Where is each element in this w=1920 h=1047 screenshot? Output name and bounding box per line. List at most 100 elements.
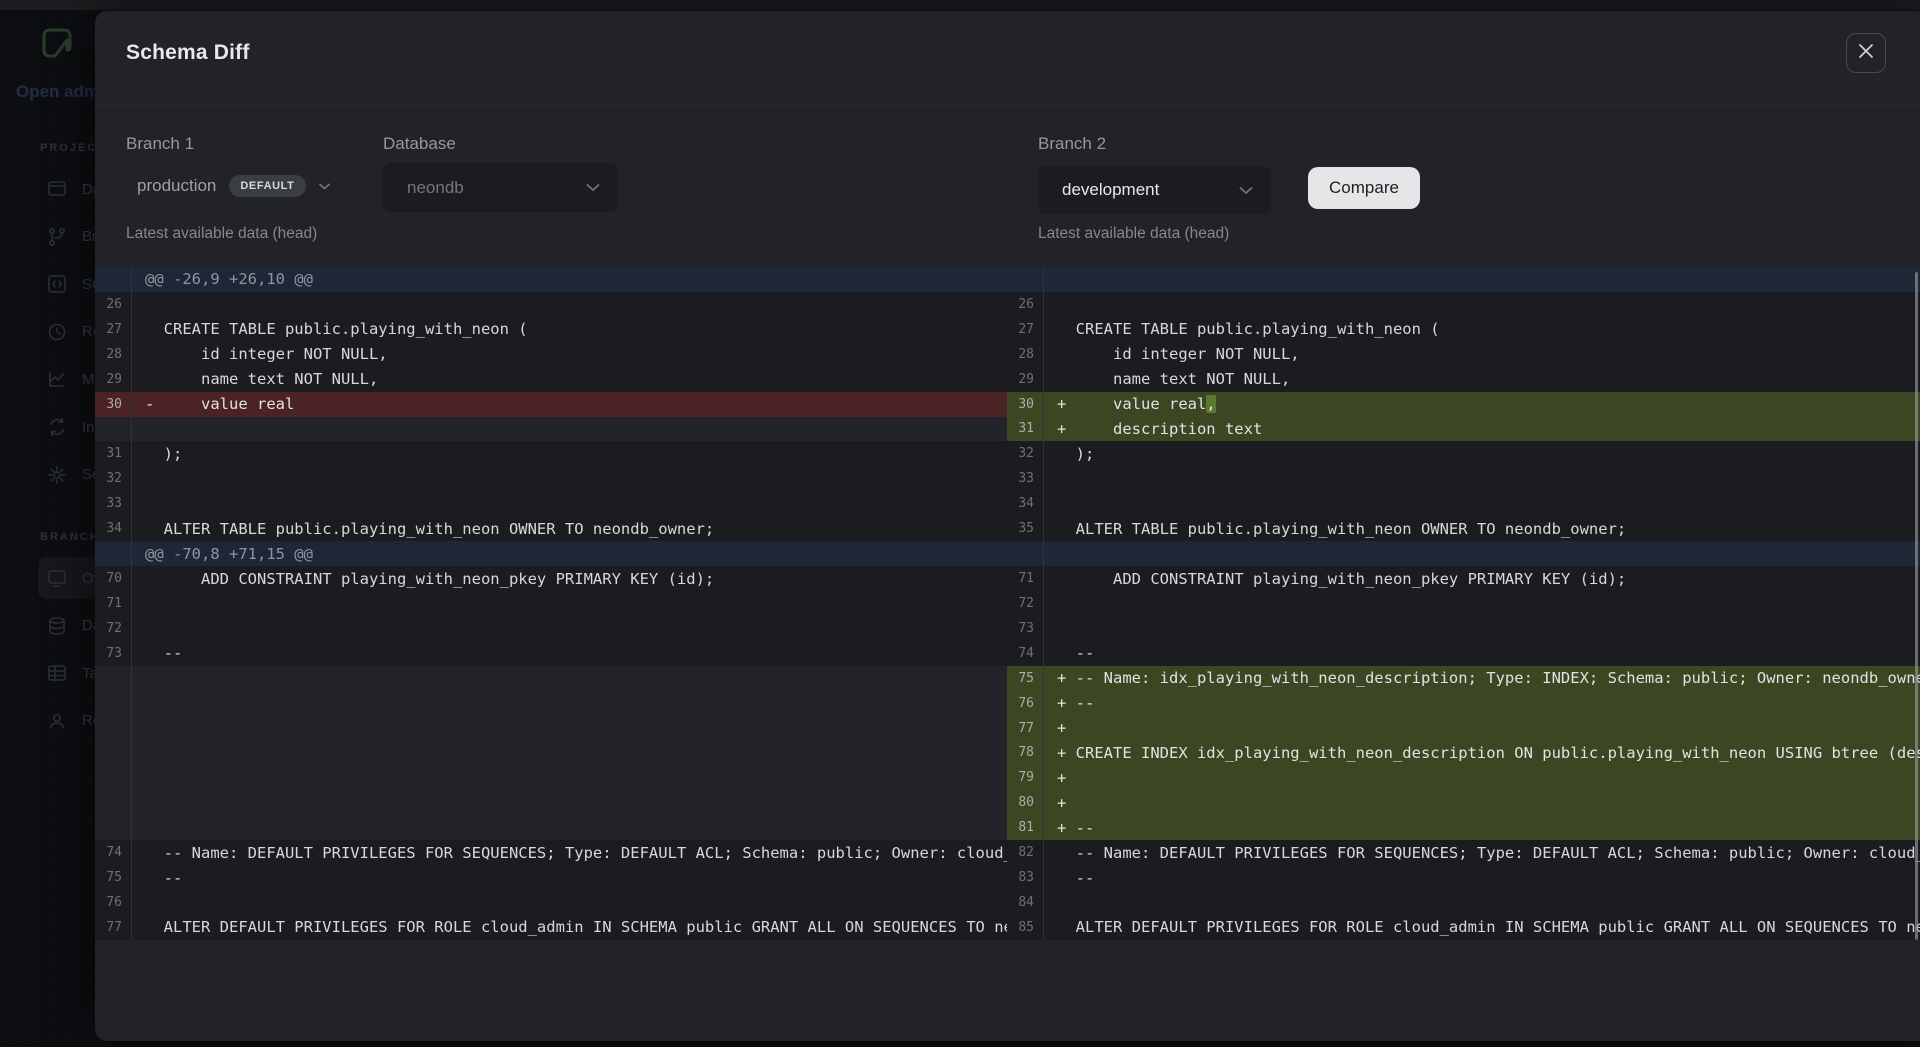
line-number	[95, 267, 132, 292]
page: Open admin PROJECTDashboardBranchesSQL E…	[0, 0, 1920, 1047]
diff-row-ctx-28: 28 id integer NOT NULL,	[1007, 342, 1920, 367]
diff-pane-branch2: 2627 CREATE TABLE public.playing_with_ne…	[1007, 267, 1920, 940]
diff-row-hunk	[1007, 541, 1920, 566]
database-label: Database	[383, 134, 456, 154]
diff-row-ctx-28: 28 id integer NOT NULL,	[95, 342, 1007, 367]
code-line: CREATE TABLE public.playing_with_neon (	[132, 317, 1007, 342]
line-number: 26	[95, 292, 132, 317]
diff-row-ctx-83: 83 --	[1007, 865, 1920, 890]
diff-row-ctx-74: 74 -- Name: DEFAULT PRIVILEGES FOR SEQUE…	[95, 840, 1007, 865]
schema-diff-modal: Schema Diff Branch 1 production DEFAULT …	[95, 11, 1920, 1041]
line-number	[1007, 267, 1044, 292]
diff-row-ctx-34: 34 ALTER TABLE public.playing_with_neon …	[95, 516, 1007, 541]
line-number: 76	[1007, 691, 1044, 716]
code-line	[1044, 890, 1920, 915]
diff-row-ctx-35: 35 ALTER TABLE public.playing_with_neon …	[1007, 516, 1920, 541]
code-line: name text NOT NULL,	[1044, 367, 1920, 392]
code-line: name text NOT NULL,	[132, 367, 1007, 392]
diff-row-fill	[95, 741, 1007, 766]
code-line	[132, 491, 1007, 516]
code-line: + CREATE INDEX idx_playing_with_neon_des…	[1044, 741, 1920, 766]
diff-row-fill	[95, 691, 1007, 716]
branch2-value: development	[1062, 180, 1159, 200]
code-line	[132, 691, 1007, 716]
diff-row-fill	[95, 765, 1007, 790]
diff-row-fill	[95, 815, 1007, 840]
code-line	[132, 292, 1007, 317]
line-number: 30	[1007, 392, 1044, 417]
compare-button[interactable]: Compare	[1308, 167, 1420, 209]
close-icon	[1858, 43, 1874, 64]
diff-row-del-30: 30- value real	[95, 392, 1007, 417]
branch1-meta: Latest available data (head)	[126, 225, 317, 243]
diff-row-ctx-76: 76	[95, 890, 1007, 915]
code-line: --	[132, 865, 1007, 890]
code-line: + --	[1044, 815, 1920, 840]
line-number: 75	[95, 865, 132, 890]
default-badge: DEFAULT	[229, 175, 305, 197]
diff-row-hunk	[1007, 267, 1920, 292]
code-line: + --	[1044, 691, 1920, 716]
code-line: -- Name: DEFAULT PRIVILEGES FOR SEQUENCE…	[132, 840, 1007, 865]
diff-row-ctx-33: 33	[95, 491, 1007, 516]
line-number	[95, 790, 132, 815]
code-line	[132, 666, 1007, 691]
diff-row-ctx-72: 72	[95, 616, 1007, 641]
diff-row-fill	[95, 716, 1007, 741]
line-number: 82	[1007, 840, 1044, 865]
line-number: 70	[95, 566, 132, 591]
line-number: 74	[1007, 641, 1044, 666]
code-line	[132, 765, 1007, 790]
code-line	[1044, 591, 1920, 616]
line-number: 84	[1007, 890, 1044, 915]
code-line: ALTER TABLE public.playing_with_neon OWN…	[1044, 516, 1920, 541]
code-line	[132, 716, 1007, 741]
code-line: +	[1044, 765, 1920, 790]
diff-row-add-31: 31+ description text	[1007, 417, 1920, 442]
code-line	[1044, 491, 1920, 516]
code-line: + description text	[1044, 417, 1920, 442]
code-line	[132, 890, 1007, 915]
line-number: 73	[1007, 616, 1044, 641]
line-number	[95, 815, 132, 840]
diff-row-ctx-74: 74 --	[1007, 641, 1920, 666]
line-number: 30	[95, 392, 132, 417]
line-number: 26	[1007, 292, 1044, 317]
diff-row-add-30: 30+ value real,	[1007, 392, 1920, 417]
line-number	[95, 691, 132, 716]
diff-row-hunk: @@ -70,8 +71,15 @@	[95, 541, 1007, 566]
header-divider	[95, 105, 1920, 106]
line-number: 27	[1007, 317, 1044, 342]
branch2-select[interactable]: development	[1038, 166, 1271, 214]
code-line: );	[132, 441, 1007, 466]
line-number: 81	[1007, 815, 1044, 840]
line-number: 32	[95, 466, 132, 491]
diff-row-hunk: @@ -26,9 +26,10 @@	[95, 267, 1007, 292]
close-button[interactable]	[1846, 33, 1886, 73]
diff-row-ctx-73: 73 --	[95, 641, 1007, 666]
diff-row-ctx-82: 82 -- Name: DEFAULT PRIVILEGES FOR SEQUE…	[1007, 840, 1920, 865]
diff-row-ctx-26: 26	[1007, 292, 1920, 317]
line-number	[95, 716, 132, 741]
branch1-select[interactable]: production DEFAULT	[137, 161, 330, 211]
modal-title: Schema Diff	[126, 41, 250, 65]
line-number: 32	[1007, 441, 1044, 466]
line-number: 34	[1007, 491, 1044, 516]
code-line	[132, 790, 1007, 815]
diff-row-add-81: 81+ --	[1007, 815, 1920, 840]
code-line	[132, 616, 1007, 641]
line-number: 79	[1007, 765, 1044, 790]
line-number: 77	[1007, 716, 1044, 741]
database-select[interactable]: neondb	[383, 163, 618, 212]
code-line: +	[1044, 716, 1920, 741]
vertical-scrollbar[interactable]	[1915, 272, 1918, 940]
code-line: id integer NOT NULL,	[132, 342, 1007, 367]
line-number: 34	[95, 516, 132, 541]
diff-row-ctx-32: 32 );	[1007, 441, 1920, 466]
branch2-label: Branch 2	[1038, 134, 1106, 154]
line-number: 83	[1007, 865, 1044, 890]
line-number: 31	[95, 441, 132, 466]
chevron-down-icon	[586, 183, 600, 192]
code-line	[132, 466, 1007, 491]
code-line	[1044, 267, 1920, 292]
